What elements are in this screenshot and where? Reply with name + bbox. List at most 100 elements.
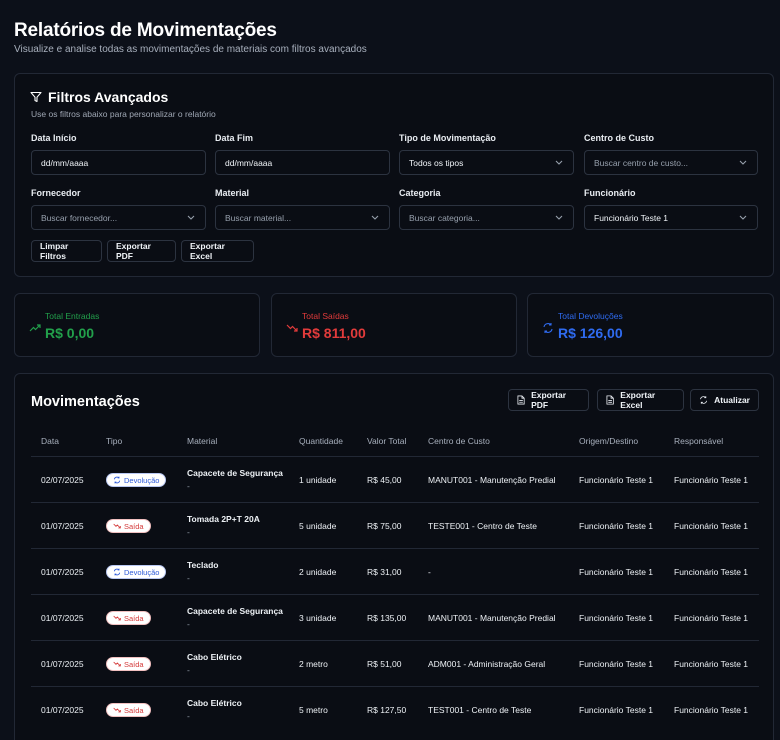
total-entradas-value: R$ 0,00: [45, 325, 95, 341]
filters-subtitle: Use os filtros abaixo para personalizar …: [31, 109, 216, 119]
table-row[interactable]: 01/07/2025 Saída Capacete de Segurança -…: [31, 594, 759, 640]
table-row[interactable]: 02/07/2025 Devolução Capacete de Seguran…: [31, 456, 759, 502]
row-total: R$ 45,00: [367, 475, 402, 485]
row-material-detail: -: [187, 481, 190, 491]
type-badge-label: Saída: [124, 613, 144, 623]
column-header-responsavel: Responsável: [674, 436, 724, 446]
type-badge: Saída: [106, 611, 151, 625]
export-pdf-button[interactable]: Exportar PDF: [107, 240, 176, 262]
row-origin: Funcionário Teste 1: [579, 521, 654, 531]
table-export-excel-button[interactable]: Exportar Excel: [597, 389, 684, 411]
row-material-detail: -: [187, 573, 190, 583]
row-date: 01/07/2025: [41, 567, 84, 577]
filters-heading: Filtros Avançados: [30, 89, 168, 105]
trending-up-icon: [29, 324, 41, 332]
total-entradas-label: Total Entradas: [45, 311, 100, 321]
row-material-name: Capacete de Segurança: [187, 606, 283, 616]
row-cost-center: -: [428, 567, 431, 577]
data-fim-input[interactable]: dd/mm/aaaa: [215, 150, 390, 175]
type-badge-label: Saída: [124, 705, 144, 715]
row-origin: Funcionário Teste 1: [579, 659, 654, 669]
fornecedor-select[interactable]: Buscar fornecedor...: [31, 205, 206, 230]
row-material-name: Cabo Elétrico: [187, 652, 242, 662]
row-origin: Funcionário Teste 1: [579, 613, 654, 623]
centro-custo-label: Centro de Custo: [584, 133, 655, 143]
refresh-icon: [700, 396, 707, 404]
trending-down-icon: [113, 661, 121, 667]
row-cost-center: ADM001 - Administração Geral: [428, 659, 546, 669]
row-origin: Funcionário Teste 1: [579, 567, 654, 577]
column-header-data: Data: [41, 436, 59, 446]
type-badge: Saída: [106, 703, 151, 717]
type-badge: Devolução: [106, 473, 167, 487]
row-material: Capacete de Segurança -: [187, 468, 283, 491]
row-origin: Funcionário Teste 1: [579, 475, 654, 485]
row-quantity: 3 unidade: [299, 613, 337, 623]
refresh-label: Atualizar: [714, 395, 750, 405]
total-devolucoes-label: Total Devoluções: [558, 311, 623, 321]
type-badge-label: Devolução: [124, 567, 160, 577]
tipo-label: Tipo de Movimentação: [399, 133, 496, 143]
row-material: Cabo Elétrico -: [187, 698, 242, 721]
table-export-pdf-button[interactable]: Exportar PDF: [508, 389, 589, 411]
centro-custo-select[interactable]: Buscar centro de custo...: [584, 150, 758, 175]
column-header-origem-destino: Origem/Destino: [579, 436, 639, 446]
table-row[interactable]: 01/07/2025 Saída Cabo Elétrico - 5 metro…: [31, 686, 759, 732]
type-badge-label: Devolução: [124, 475, 160, 485]
row-total: R$ 135,00: [367, 613, 407, 623]
data-inicio-label: Data Início: [31, 133, 77, 143]
row-material: Capacete de Segurança -: [187, 606, 283, 629]
row-cost-center: TEST001 - Centro de Teste: [428, 705, 532, 715]
row-total: R$ 127,50: [367, 705, 407, 715]
refresh-icon: [543, 323, 553, 333]
total-saidas-label: Total Saídas: [302, 311, 349, 321]
funcionario-label: Funcionário: [584, 188, 636, 198]
fornecedor-placeholder: Buscar fornecedor...: [41, 212, 118, 223]
funcionario-value: Funcionário Teste 1: [594, 212, 669, 223]
row-responsible: Funcionário Teste 1: [674, 475, 749, 485]
row-responsible: Funcionário Teste 1: [674, 567, 749, 577]
movements-panel: Movimentações Exportar PDF Exportar Exce…: [14, 373, 774, 740]
material-label: Material: [215, 188, 250, 198]
row-quantity: 5 unidade: [299, 521, 337, 531]
data-inicio-input[interactable]: dd/mm/aaaa: [31, 150, 206, 175]
row-material-detail: -: [187, 527, 190, 537]
table-row[interactable]: 01/07/2025 Saída Tomada 2P+T 20A - 5 uni…: [31, 502, 759, 548]
chevron-down-icon: [738, 158, 748, 168]
row-material-name: Teclado: [187, 560, 219, 570]
total-devolucoes-card: Total Devoluções R$ 126,00: [527, 293, 774, 357]
total-entradas-card: Total Entradas R$ 0,00: [14, 293, 260, 357]
row-material-detail: -: [187, 619, 190, 629]
row-cost-center: MANUT001 - Manutenção Predial: [428, 613, 556, 623]
fornecedor-label: Fornecedor: [31, 188, 81, 198]
file-icon: [606, 395, 614, 405]
filters-panel: Filtros Avançados Use os filtros abaixo …: [14, 73, 774, 277]
type-badge: Saída: [106, 519, 151, 533]
row-date: 02/07/2025: [41, 475, 84, 485]
row-quantity: 5 metro: [299, 705, 328, 715]
categoria-select[interactable]: Buscar categoria...: [399, 205, 574, 230]
column-header-quantidade: Quantidade: [299, 436, 343, 446]
row-cost-center: TESTE001 - Centro de Teste: [428, 521, 537, 531]
trending-down-icon: [113, 707, 121, 713]
material-select[interactable]: Buscar material...: [215, 205, 390, 230]
funcionario-select[interactable]: Funcionário Teste 1: [584, 205, 758, 230]
export-excel-button[interactable]: Exportar Excel: [181, 240, 254, 262]
table-row[interactable]: 01/07/2025 Saída Cabo Elétrico - 2 metro…: [31, 640, 759, 686]
table-row[interactable]: 01/07/2025 Devolução Teclado - 2 unidade…: [31, 548, 759, 594]
column-header-centro-custo: Centro de Custo: [428, 436, 490, 446]
clear-filters-button[interactable]: Limpar Filtros: [31, 240, 102, 262]
refresh-button[interactable]: Atualizar: [690, 389, 759, 411]
centro-custo-placeholder: Buscar centro de custo...: [594, 157, 689, 168]
row-date: 01/07/2025: [41, 659, 84, 669]
chevron-down-icon: [554, 213, 564, 223]
row-cost-center: MANUT001 - Manutenção Predial: [428, 475, 556, 485]
tipo-select[interactable]: Todos os tipos: [399, 150, 574, 175]
row-responsible: Funcionário Teste 1: [674, 521, 749, 531]
data-fim-label: Data Fim: [215, 133, 254, 143]
row-responsible: Funcionário Teste 1: [674, 705, 749, 715]
column-header-material: Material: [187, 436, 218, 446]
trending-down-icon: [113, 523, 121, 529]
trending-down-icon: [286, 324, 298, 332]
row-total: R$ 75,00: [367, 521, 402, 531]
